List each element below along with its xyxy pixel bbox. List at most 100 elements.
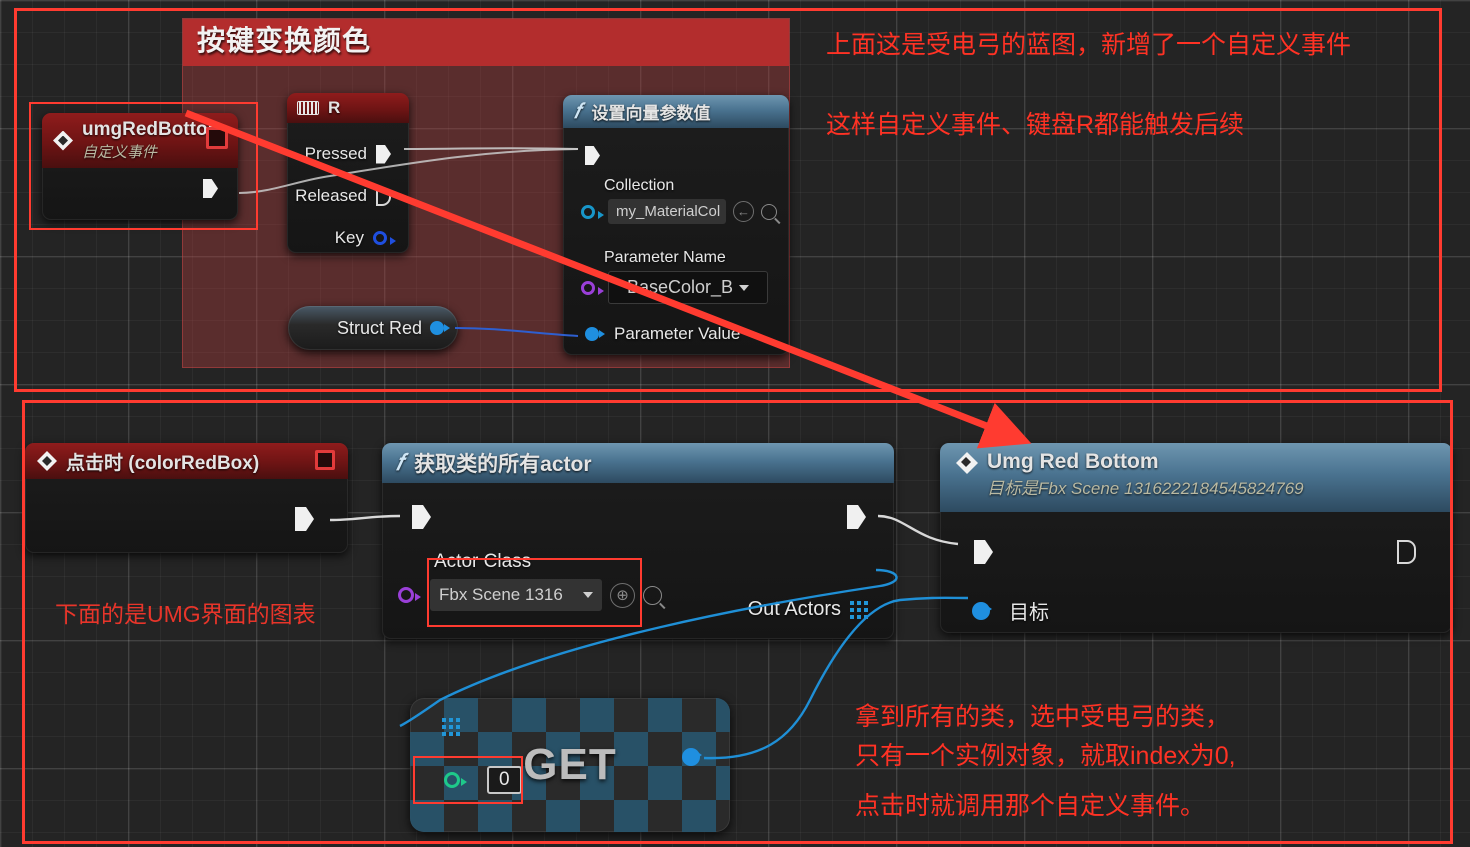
- node-custom-event-umgredbottom[interactable]: umgRedBottom 自定义事件: [42, 113, 238, 220]
- chevron-down-icon[interactable]: [583, 592, 593, 598]
- annotation-bottom-2: 拿到所有的类，选中受电弓的类， 只有一个实例对象，就取index为0,: [855, 703, 1236, 770]
- exec-pin-icon[interactable]: [974, 540, 993, 564]
- exec-pin-icon[interactable]: [376, 144, 391, 164]
- field-actor-class[interactable]: Actor Class Fbx Scene 1316 ⊕: [398, 551, 662, 611]
- data-pin-icon[interactable]: [585, 327, 605, 341]
- pin-label: Key: [334, 228, 364, 247]
- actor-class-dropdown[interactable]: Fbx Scene 1316: [430, 579, 602, 611]
- node-set-vector-parameter-value[interactable]: 𝑓 设置向量参数值 Collection my_MaterialCol ← Pa…: [563, 95, 789, 355]
- blueprint-canvas[interactable]: 按键变换颜色 umgRedBottom 自定义事件 R Pressed Rele…: [0, 0, 1470, 847]
- chevron-down-icon[interactable]: [739, 284, 750, 291]
- class-pin-icon[interactable]: [398, 587, 421, 603]
- pin-target[interactable]: 目标: [960, 596, 1061, 625]
- node-body: 目标: [940, 512, 1452, 633]
- node-struct-red[interactable]: Struct Red: [288, 306, 458, 350]
- event-diamond-icon: [53, 130, 73, 151]
- object-pin-icon[interactable]: [682, 748, 702, 766]
- node-get-array-item[interactable]: GET 0: [410, 698, 730, 832]
- field-collection[interactable]: Collection my_MaterialCol ←: [571, 177, 786, 224]
- node-body: Pressed Released Key: [287, 123, 409, 248]
- exec-pin-icon[interactable]: [203, 179, 218, 198]
- node-body: [25, 479, 348, 553]
- pin-exec-in[interactable]: [400, 505, 443, 529]
- node-title: 点击时 (colorRedBox): [66, 452, 260, 474]
- node-header: 𝑓 设置向量参数值: [563, 95, 789, 128]
- node-subtitle: 自定义事件: [82, 144, 158, 161]
- array-grid-pin-icon[interactable]: [850, 600, 868, 619]
- pin-array-in[interactable]: [430, 718, 472, 736]
- field-parameter-name[interactable]: Parameter Name BaseColor_B: [571, 249, 786, 304]
- array-grid-pin-icon[interactable]: [442, 718, 460, 736]
- keyboard-icon: [297, 101, 319, 115]
- node-on-clicked-colorredbox[interactable]: 点击时 (colorRedBox): [25, 443, 348, 553]
- annotation-top-2: 这样自定义事件、键盘R都能触发后续: [826, 111, 1245, 139]
- pin-exec-in[interactable]: [573, 146, 612, 165]
- exec-pin-icon[interactable]: [585, 146, 600, 165]
- node-title: Umg Red Bottom: [987, 450, 1159, 473]
- stop-square-icon[interactable]: [206, 127, 228, 149]
- annotation-top-1: 上面这是受电弓的蓝图，新增了一个自定义事件: [826, 31, 1352, 59]
- pin-exec-out[interactable]: [1385, 540, 1428, 564]
- node-header: 𝑓 获取类的所有actor: [382, 443, 894, 483]
- pin-exec-in[interactable]: [962, 540, 1005, 564]
- pin-label: Pressed: [304, 144, 367, 163]
- pin-released[interactable]: Released: [287, 186, 403, 206]
- exec-pin-icon[interactable]: [847, 505, 866, 529]
- search-icon[interactable]: [643, 585, 662, 605]
- search-icon[interactable]: [761, 203, 777, 220]
- exec-pin-icon[interactable]: [295, 507, 314, 531]
- pin-index-in[interactable]: 0: [432, 766, 534, 794]
- node-title: umgRedBottom: [82, 119, 225, 140]
- field-label: Collection: [604, 177, 675, 194]
- exec-pin-outline-icon[interactable]: [376, 186, 391, 206]
- actor-class-value: Fbx Scene 1316: [439, 585, 563, 604]
- pin-element-out[interactable]: [670, 748, 712, 766]
- name-pin-icon[interactable]: [581, 280, 604, 295]
- function-f-icon: 𝑓: [396, 450, 404, 475]
- parameter-name-value: BaseColor_B: [626, 277, 734, 297]
- integer-pin-icon[interactable]: [444, 772, 467, 788]
- annotation-bottom-1: 下面的是UMG界面的图表: [55, 601, 316, 627]
- node-title: Struct Red: [336, 317, 422, 338]
- pin-label: Parameter Value: [614, 324, 741, 343]
- event-diamond-icon: [37, 451, 57, 471]
- node-body: Actor Class Fbx Scene 1316 ⊕ Out Actors: [382, 483, 894, 639]
- node-title: R: [328, 98, 341, 117]
- node-header: 点击时 (colorRedBox): [25, 443, 348, 479]
- index-input[interactable]: 0: [487, 766, 522, 794]
- node-body: Collection my_MaterialCol ← Parameter Na…: [563, 128, 789, 355]
- node-subtitle: 目标是Fbx Scene 1316222184545824769: [987, 479, 1304, 498]
- comment-box-title: 按键变换颜色: [183, 19, 789, 66]
- add-pin-icon[interactable]: ⊕: [610, 582, 635, 608]
- data-pin-icon[interactable]: [430, 321, 450, 335]
- pin-key[interactable]: Key: [323, 228, 399, 248]
- parameter-name-dropdown[interactable]: BaseColor_B: [608, 271, 768, 304]
- collection-dropdown[interactable]: my_MaterialCol: [608, 199, 726, 224]
- stop-square-icon[interactable]: [315, 450, 335, 470]
- data-pin-icon[interactable]: [373, 231, 396, 245]
- node-header: umgRedBottom 自定义事件: [42, 113, 238, 168]
- collection-value: my_MaterialCol: [616, 203, 721, 220]
- node-get-all-actors-of-class[interactable]: 𝑓 获取类的所有actor Actor Class Fbx Scene 1316…: [382, 443, 894, 639]
- pin-exec-out[interactable]: [191, 179, 230, 198]
- node-umg-red-bottom[interactable]: Umg Red Bottom 目标是Fbx Scene 131622218454…: [940, 443, 1452, 633]
- pin-label: Released: [295, 186, 367, 205]
- annotation-bottom-3: 点击时就调用那个自定义事件。: [855, 792, 1206, 820]
- exec-pin-icon[interactable]: [412, 505, 431, 529]
- pin-parameter-value[interactable]: Parameter Value: [573, 324, 752, 344]
- field-label: Parameter Name: [604, 249, 726, 266]
- node-body: [42, 168, 238, 210]
- browse-back-icon[interactable]: ←: [733, 201, 754, 222]
- pin-exec-out[interactable]: [835, 505, 878, 529]
- field-label: Actor Class: [434, 551, 532, 572]
- object-pin-icon[interactable]: [972, 601, 992, 620]
- pin-exec-out[interactable]: [283, 507, 326, 531]
- node-title: 获取类的所有actor: [414, 453, 592, 476]
- node-header: Umg Red Bottom 目标是Fbx Scene 131622218454…: [940, 443, 1452, 512]
- exec-pin-outline-icon[interactable]: [1397, 540, 1416, 564]
- pin-pressed[interactable]: Pressed: [293, 144, 403, 164]
- node-key-event-r[interactable]: R Pressed Released Key: [287, 93, 409, 253]
- pin-out-actors[interactable]: Out Actors: [736, 598, 880, 621]
- object-pin-icon[interactable]: [581, 204, 604, 219]
- pin-label: 目标: [1009, 602, 1049, 624]
